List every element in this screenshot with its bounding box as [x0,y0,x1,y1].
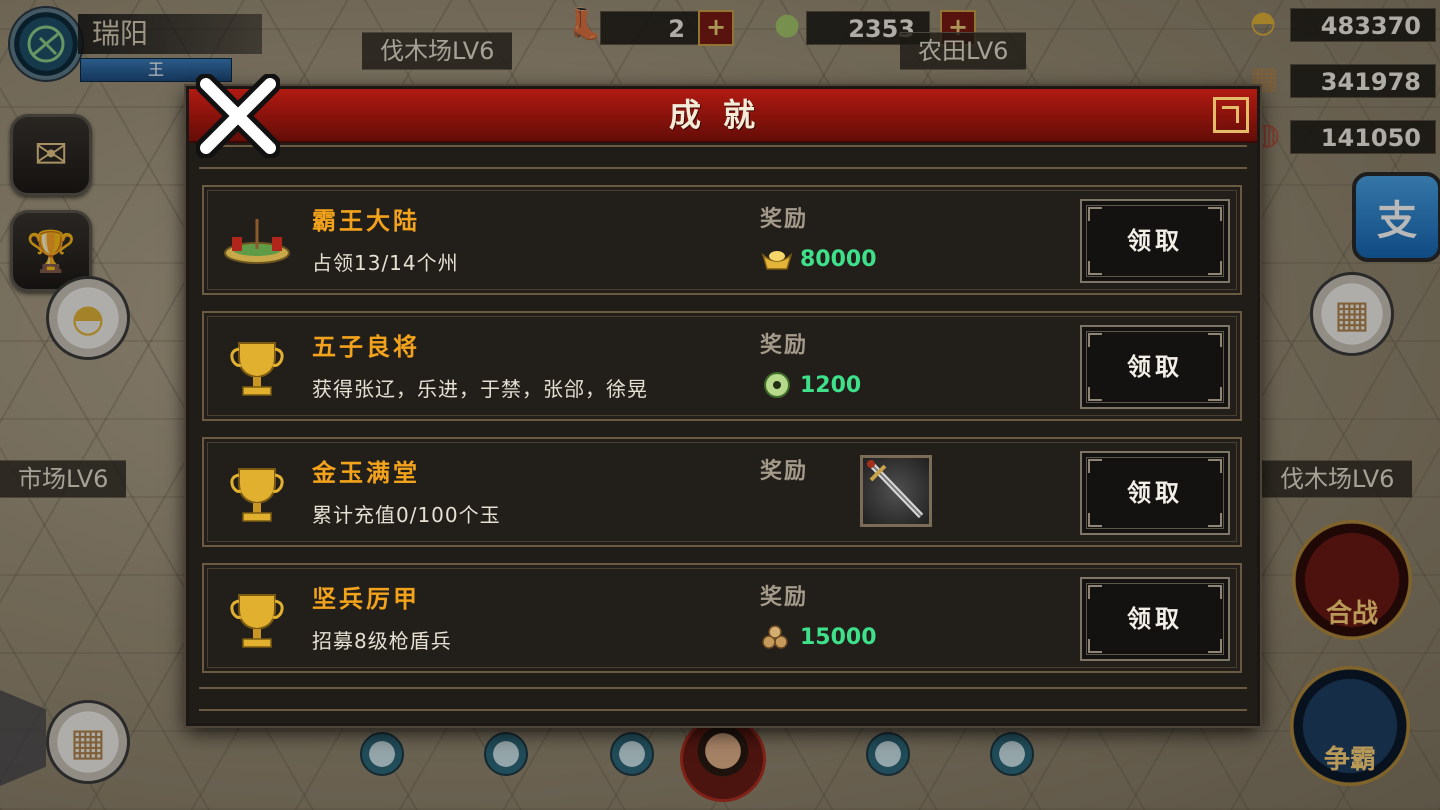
close-button[interactable] [196,72,280,160]
achievement-row: 坚兵厉甲 招募8级枪盾兵 奖励 15000 领取 [202,563,1242,673]
reward-value: 80000 [760,243,877,275]
achievement-desc: 占领13/14个州 [312,251,459,275]
corner-ornament [1088,639,1102,653]
claim-button[interactable]: 领取 [1080,325,1230,409]
claim-button[interactable]: 领取 [1080,577,1230,661]
corner-ornament [1088,333,1102,347]
corner-ornament [1088,513,1102,527]
achievement-desc: 获得张辽，乐进，于禁，张郃，徐晃 [312,377,648,401]
wood-icon [760,622,794,652]
achievement-name: 坚兵厉甲 [312,585,420,613]
achievement-desc: 累计充值0/100个玉 [312,503,501,527]
sword-item-icon[interactable] [860,455,932,527]
claim-label: 领取 [1127,353,1183,381]
corner-ornament [1088,261,1102,275]
claim-button[interactable]: 领取 [1080,199,1230,283]
trophy-icon [222,585,292,655]
dialog-title: 成就 [668,96,777,134]
gold-ingot-icon [760,244,794,274]
reward-amount: 15000 [800,624,877,650]
achievement-name: 五子良将 [312,333,420,361]
achievement-name: 霸王大陆 [312,207,420,235]
corner-ornament [1208,261,1222,275]
corner-ornament [1088,585,1102,599]
achievement-name: 金玉满堂 [312,459,420,487]
corner-ornament [1088,459,1102,473]
claim-button[interactable]: 领取 [1080,451,1230,535]
achievements-dialog: 成就 霸王大陆 占领13/14个州 奖励 80000 领取 五子良将 获得张辽，… [186,86,1260,726]
corner-ornament [1208,207,1222,221]
corner-ornament [1208,459,1222,473]
reward-label: 奖励 [760,585,809,610]
reward-amount: 80000 [800,246,877,272]
claim-label: 领取 [1127,605,1183,633]
corner-ornament [1208,513,1222,527]
corner-ornament [1088,207,1102,221]
achievement-desc: 招募8级枪盾兵 [312,629,452,653]
achievement-row: 五子良将 获得张辽，乐进，于禁，张郃，徐晃 奖励 1200 领取 [202,311,1242,421]
knot-ornament-icon [1213,97,1249,133]
claim-label: 领取 [1127,479,1183,507]
reward-label: 奖励 [760,333,809,358]
trophy-icon [222,459,292,529]
jade-icon [760,370,794,400]
corner-ornament [1208,639,1222,653]
reward-value: 15000 [760,621,877,653]
corner-ornament [1208,333,1222,347]
frame-divider [199,687,1247,711]
corner-ornament [1088,387,1102,401]
dialog-title-bar: 成就 [189,89,1257,143]
achievement-row: 霸王大陆 占领13/14个州 奖励 80000 领取 [202,185,1242,295]
reward-label: 奖励 [760,459,809,484]
trophy-icon [222,333,292,403]
achievement-row: 金玉满堂 累计充值0/100个玉 奖励 领取 [202,437,1242,547]
corner-ornament [1208,387,1222,401]
conquest-map-icon [222,207,292,277]
corner-ornament [1208,585,1222,599]
close-icon [196,74,280,158]
reward-value: 1200 [760,369,861,401]
claim-label: 领取 [1127,227,1183,255]
reward-amount: 1200 [800,372,862,398]
frame-divider [199,145,1247,169]
reward-label: 奖励 [760,207,809,232]
